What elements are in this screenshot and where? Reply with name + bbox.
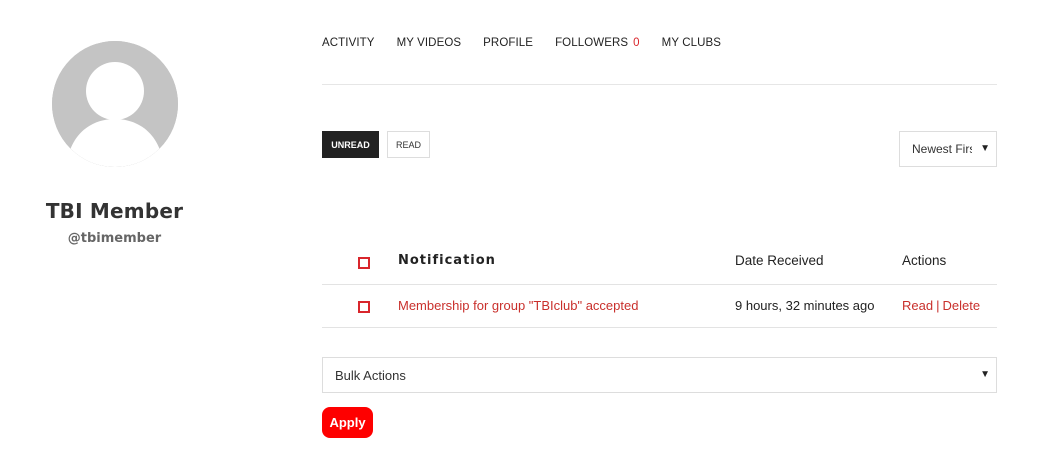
header-actions: Actions xyxy=(902,253,947,268)
bulk-actions-select[interactable]: Bulk Actions ▼ xyxy=(322,357,997,393)
user-silhouette-icon xyxy=(52,41,178,167)
delete-link[interactable]: Delete xyxy=(942,298,980,313)
nav-profile[interactable]: PROFILE xyxy=(483,37,533,49)
mark-read-link[interactable]: Read xyxy=(902,298,933,313)
header-date-received: Date Received xyxy=(735,253,824,268)
followers-count: 0 xyxy=(633,37,640,49)
header-notification: Notification xyxy=(398,253,496,268)
caret-down-icon: ▼ xyxy=(980,143,990,154)
nav-my-videos[interactable]: MY VIDEOS xyxy=(397,37,462,49)
sort-selected-value: Newest First xyxy=(912,142,972,156)
unread-button[interactable]: UNREAD xyxy=(322,131,379,158)
row-actions: Read | Delete xyxy=(902,298,980,313)
nav-my-clubs[interactable]: MY CLUBS xyxy=(662,37,721,49)
notification-date: 9 hours, 32 minutes ago xyxy=(735,298,875,313)
action-separator: | xyxy=(936,298,940,313)
nav-activity[interactable]: ACTIVITY xyxy=(322,37,375,49)
nav-followers[interactable]: FOLLOWERS 0 xyxy=(555,37,640,49)
profile-handle: @tbimember xyxy=(67,231,162,246)
notification-link[interactable]: Membership for group "TBIclub" accepted xyxy=(398,298,638,313)
nav-followers-label: FOLLOWERS xyxy=(555,37,629,49)
profile-nav: ACTIVITY MY VIDEOS PROFILE FOLLOWERS 0 MY… xyxy=(322,37,743,49)
nav-divider xyxy=(322,84,997,85)
table-header: Notification Date Received Actions xyxy=(322,240,997,285)
read-button[interactable]: READ xyxy=(387,131,430,158)
row-checkbox[interactable] xyxy=(358,301,370,313)
caret-down-icon: ▼ xyxy=(980,369,990,380)
select-all-checkbox[interactable] xyxy=(358,257,370,269)
avatar[interactable] xyxy=(52,41,178,167)
profile-name: TBI Member xyxy=(45,199,184,223)
bulk-actions-selected-value: Bulk Actions xyxy=(335,367,406,383)
sort-select[interactable]: Newest First ▼ xyxy=(899,131,997,167)
table-row: Membership for group "TBIclub" accepted … xyxy=(322,285,997,328)
apply-button[interactable]: Apply xyxy=(322,407,373,438)
